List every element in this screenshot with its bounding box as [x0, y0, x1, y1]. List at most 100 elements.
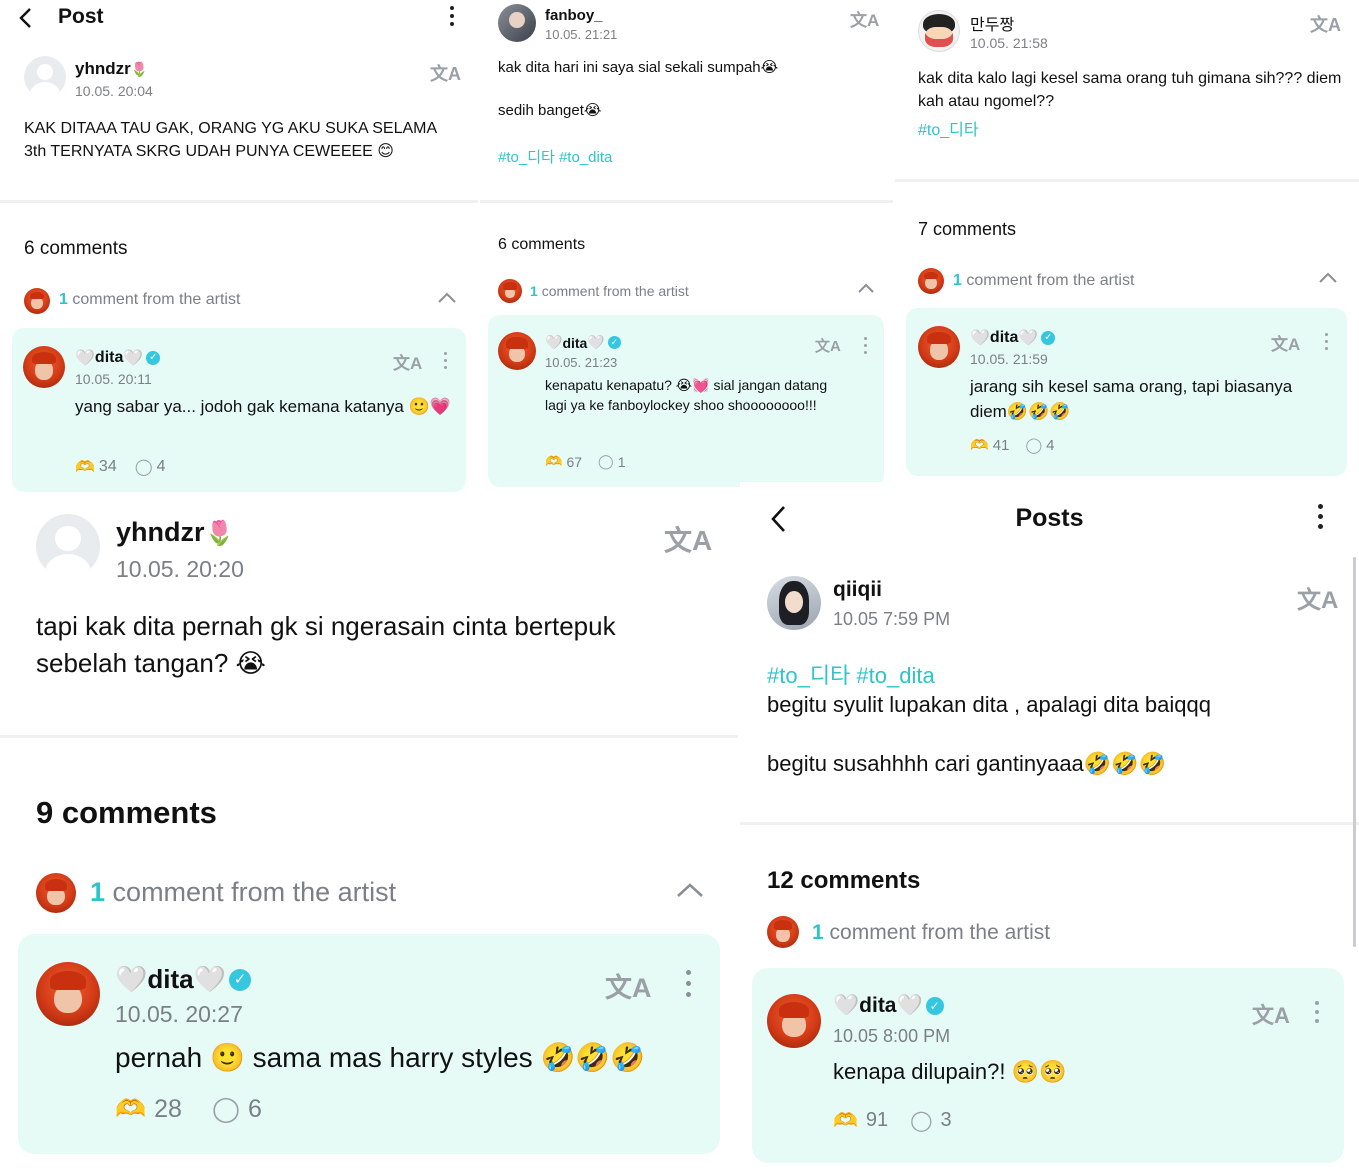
- heart-icon: 🤍: [833, 994, 860, 1017]
- post-author[interactable]: 만두짱: [970, 11, 1014, 35]
- like-icon[interactable]: 🫶: [75, 457, 95, 477]
- artist-avatar[interactable]: [918, 326, 960, 368]
- more-options-icon[interactable]: [1321, 333, 1331, 350]
- divider: [480, 200, 893, 203]
- post-body: KAK DITAAA TAU GAK, ORANG YG AKU SUKA SE…: [24, 120, 437, 160]
- translate-icon[interactable]: 文A: [605, 966, 652, 1005]
- more-options-icon[interactable]: [860, 337, 870, 354]
- translate-icon[interactable]: 文A: [850, 6, 879, 31]
- translate-icon[interactable]: 文A: [1310, 11, 1341, 37]
- chevron-up-icon[interactable]: [857, 283, 875, 294]
- reply-timestamp: 10.05 8:00 PM: [833, 1026, 951, 1046]
- reply-stats: 🫶 34 ◯ 4: [75, 457, 166, 477]
- artist-avatar[interactable]: [23, 346, 65, 388]
- artist-reply-card: 🤍 dita 🤍 ✓ 10.05. 20:27 文A pernah 🙂 sama m…: [18, 934, 720, 1154]
- artist-reply-card: 🤍 dita 🤍 ✓ 10.05. 21:23 文A kenapatu kenapa…: [488, 315, 884, 487]
- scrollbar[interactable]: [1353, 557, 1356, 947]
- reply-timestamp: 10.05. 21:59: [970, 351, 1048, 367]
- header-title: Posts: [1015, 504, 1084, 532]
- screenshot-panel-b: fanboy_ 10.05. 21:21 文A kak dita hari in…: [480, 0, 893, 493]
- translate-icon[interactable]: 文A: [430, 60, 461, 86]
- translate-icon[interactable]: 文A: [815, 335, 841, 356]
- divider: [895, 179, 1359, 182]
- translate-icon[interactable]: 文A: [393, 349, 422, 374]
- artist-name[interactable]: 🤍 dita 🤍 ✓: [833, 994, 944, 1018]
- more-options-icon[interactable]: [1315, 504, 1325, 529]
- comments-count: 12 comments: [767, 867, 921, 894]
- avatar[interactable]: [24, 56, 66, 98]
- more-options-icon[interactable]: [440, 352, 450, 369]
- artist-name[interactable]: 🤍 dita 🤍 ✓: [75, 348, 161, 368]
- avatar[interactable]: [498, 4, 536, 42]
- heart-icon: 🤍: [193, 964, 226, 994]
- more-options-icon[interactable]: [1312, 1001, 1322, 1023]
- artist-avatar: [36, 873, 76, 913]
- artist-reply-card: 🤍 dita 🤍 ✓ 10.05. 20:11 文A yang sabar ya..…: [12, 328, 466, 492]
- heart-icon: 🤍: [1018, 330, 1039, 347]
- post-hashtags[interactable]: #to_디타 #to_dita: [498, 147, 883, 168]
- heart-icon: 🤍: [75, 350, 95, 367]
- translate-icon[interactable]: 文A: [1271, 330, 1300, 355]
- post-timestamp: 10.05. 21:21: [545, 27, 618, 42]
- artist-comment-toggle[interactable]: 1 comment from the artist: [59, 291, 240, 309]
- like-icon[interactable]: 🫶: [545, 453, 562, 470]
- screenshot-panel-c: 만두짱 10.05. 21:58 文A kak dita kalo lagi k…: [895, 0, 1359, 482]
- chevron-up-icon[interactable]: [1318, 272, 1338, 284]
- artist-name[interactable]: 🤍 dita 🤍 ✓: [115, 964, 251, 995]
- artist-reply-card: 🤍 dita 🤍 ✓ 10.05. 21:59 文A jarang sih kese…: [906, 308, 1347, 476]
- artist-name[interactable]: 🤍 dita 🤍 ✓: [970, 328, 1056, 348]
- reply-body: pernah 🙂 sama mas harry styles 🤣🤣🤣: [115, 1042, 646, 1073]
- avatar[interactable]: [36, 514, 100, 578]
- chevron-up-icon[interactable]: [676, 882, 704, 898]
- like-icon[interactable]: 🫶: [833, 1108, 858, 1133]
- heart-icon: 🤍: [896, 994, 923, 1017]
- comment-icon[interactable]: ◯: [598, 453, 614, 470]
- like-icon[interactable]: 🫶: [970, 436, 989, 454]
- artist-comment-toggle[interactable]: 1 comment from the artist: [530, 283, 689, 299]
- post-author[interactable]: yhndzr🌷: [75, 59, 148, 79]
- more-options-icon[interactable]: [447, 6, 457, 26]
- artist-avatar[interactable]: [498, 332, 536, 370]
- post-timestamp: 10.05. 21:58: [970, 35, 1048, 51]
- artist-name[interactable]: 🤍 dita 🤍 ✓: [545, 334, 621, 351]
- post-body-line-2: begitu susahhhh cari gantinyaaa🤣🤣🤣: [767, 751, 1166, 776]
- comment-icon[interactable]: ◯: [212, 1094, 240, 1124]
- translate-icon[interactable]: 文A: [1252, 998, 1290, 1030]
- artist-comment-toggle[interactable]: 1 comment from the artist: [812, 921, 1050, 945]
- more-options-icon[interactable]: [683, 970, 693, 997]
- reply-body: kenapa dilupain?! 🥺🥺: [833, 1059, 1067, 1084]
- back-button[interactable]: [16, 6, 36, 35]
- comment-icon[interactable]: ◯: [135, 457, 153, 477]
- artist-avatar: [918, 268, 944, 294]
- artist-avatar[interactable]: [36, 962, 100, 1026]
- post-hashtags[interactable]: #to_디타: [918, 120, 1348, 143]
- artist-avatar[interactable]: [767, 994, 821, 1048]
- translate-icon[interactable]: 文A: [664, 519, 712, 559]
- reply-stats: 🫶 41 ◯ 4: [970, 436, 1055, 455]
- post-body-line-2: sedih banget😭: [498, 102, 602, 119]
- heart-icon: 🤍: [123, 350, 144, 367]
- post-author[interactable]: qiiqii: [833, 578, 882, 602]
- artist-comment-toggle[interactable]: 1 comment from the artist: [90, 877, 396, 908]
- post-author[interactable]: fanboy_: [545, 7, 603, 24]
- post-hashtags[interactable]: #to_디타 #to_dita: [767, 660, 1327, 691]
- like-icon[interactable]: 🫶: [115, 1095, 146, 1124]
- comment-icon[interactable]: ◯: [910, 1108, 932, 1133]
- post-author[interactable]: yhndzr🌷: [116, 517, 234, 548]
- translate-icon[interactable]: 文A: [1297, 580, 1338, 615]
- avatar[interactable]: [767, 576, 821, 630]
- post-timestamp: 10.05. 20:04: [75, 83, 153, 99]
- comment-icon[interactable]: ◯: [1025, 436, 1042, 454]
- divider: [740, 822, 1359, 825]
- avatar[interactable]: [918, 10, 960, 52]
- post-timestamp: 10.05. 20:20: [116, 556, 244, 582]
- heart-icon: 🤍: [115, 964, 148, 994]
- chevron-up-icon[interactable]: [437, 292, 457, 304]
- divider: [0, 735, 738, 738]
- header-title: Post: [58, 5, 104, 28]
- screenshot-panel-e: Posts qiiqii 10.05 7:59 PM 文A #to_디타 #to…: [740, 482, 1359, 1171]
- post-body: kak dita kalo lagi kesel sama orang tuh …: [918, 70, 1342, 110]
- post-body-line-1: kak dita hari ini saya sial sekali sumpa…: [498, 59, 779, 76]
- reply-timestamp: 10.05. 21:23: [545, 355, 618, 370]
- artist-comment-toggle[interactable]: 1 comment from the artist: [953, 272, 1134, 290]
